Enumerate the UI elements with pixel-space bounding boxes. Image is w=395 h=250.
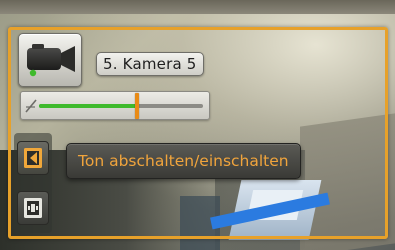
- camera-view[interactable]: 5. Kamera 5 Ton abschalten/einschalten: [0, 0, 395, 250]
- camera-side-toolbar: [14, 133, 52, 233]
- volume-track[interactable]: [39, 93, 203, 119]
- volume-fill: [39, 104, 138, 108]
- volume-slider[interactable]: [20, 91, 210, 120]
- video-camera-icon: [27, 44, 75, 77]
- audio-toggle-tooltip: Ton abschalten/einschalten: [66, 143, 301, 179]
- audio-toggle-icon: [24, 148, 42, 168]
- volume-thumb[interactable]: [135, 93, 140, 119]
- camera-name-label: 5. Kamera 5: [96, 52, 204, 76]
- fit-window-button[interactable]: [17, 191, 49, 225]
- camera-status-dot: [29, 69, 37, 77]
- fit-window-icon: [24, 198, 42, 218]
- audio-toggle-button[interactable]: [17, 141, 49, 175]
- camera-button[interactable]: [18, 33, 82, 87]
- window-top-border: [0, 0, 395, 14]
- speaker-muted-icon[interactable]: [25, 98, 37, 114]
